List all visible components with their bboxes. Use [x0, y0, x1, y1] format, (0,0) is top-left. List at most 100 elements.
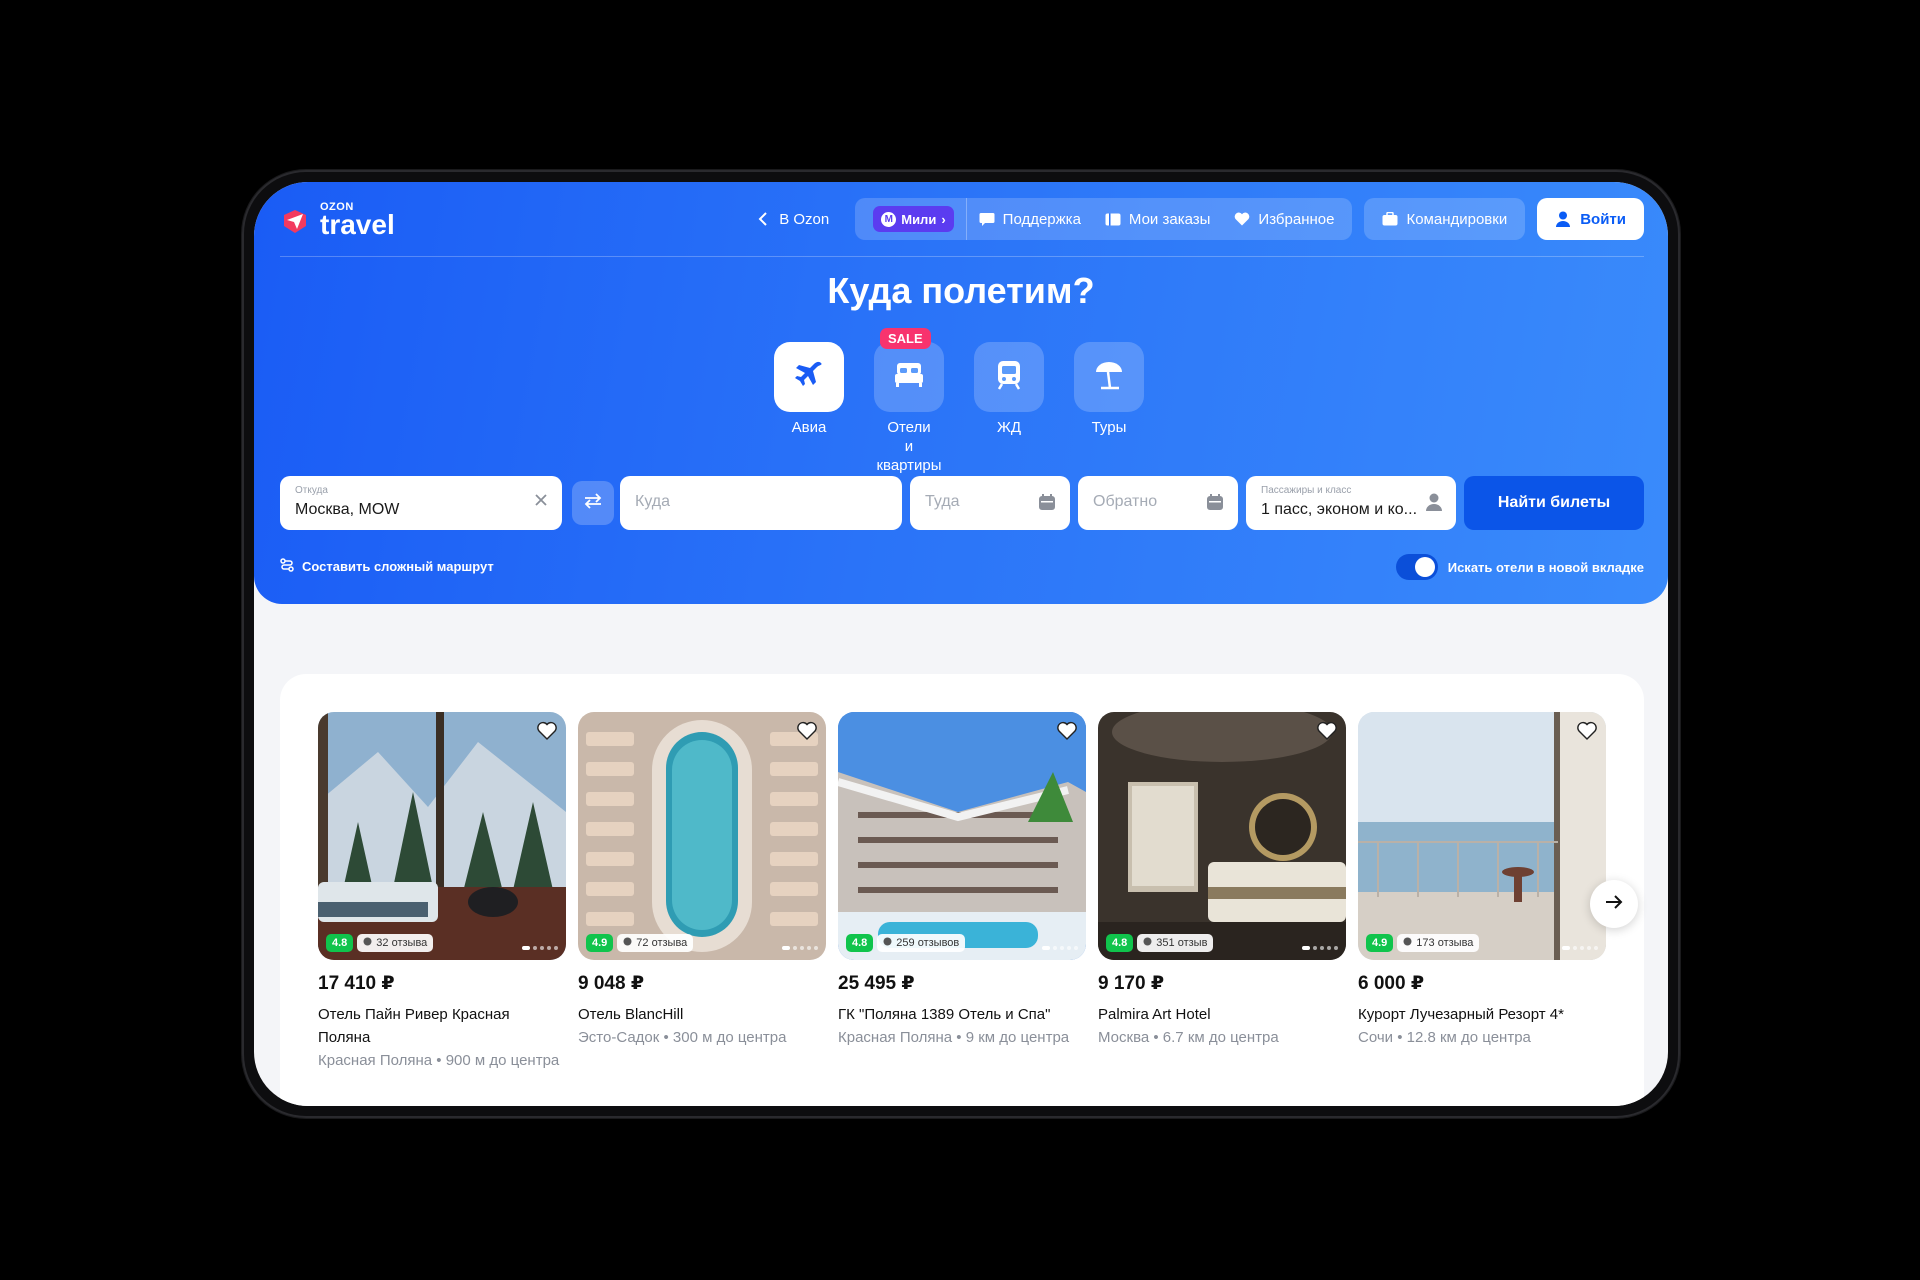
comment-icon: [1403, 937, 1412, 949]
calendar-icon: [1206, 493, 1224, 516]
carousel-dots: [522, 946, 558, 950]
ticket-icon: [1105, 211, 1121, 227]
travel-mode-tabs: Авиа SALE Отели и квартиры ЖД Туры: [774, 328, 1144, 475]
carousel-next-button[interactable]: [1590, 880, 1638, 928]
hotel-location: Эсто-Садок • 300 м до центра: [578, 1029, 787, 1046]
favorite-heart-icon[interactable]: [1316, 720, 1338, 742]
hotel-card[interactable]: 4.8 351 отзыв 9 170 ₽ Palmira Art Hotel …: [1098, 712, 1346, 1072]
hotel-name: Отель BlancHill: [578, 1006, 684, 1023]
from-label: Откуда: [295, 485, 328, 496]
swap-button[interactable]: [572, 481, 614, 525]
hotel-price: 25 495 ₽: [838, 973, 915, 994]
user-icon: [1555, 211, 1571, 227]
hotel-location: Красная Поляна • 900 м до центра: [318, 1052, 560, 1069]
reviews-badge: 259 отзывов: [877, 934, 966, 952]
hotel-card[interactable]: 4.9 173 отзыва 6 000 ₽ Курорт Лучезарный…: [1358, 712, 1606, 1072]
complex-route-link[interactable]: Составить сложный маршрут: [280, 558, 494, 575]
orders-button[interactable]: Мои заказы: [1093, 198, 1223, 240]
hotel-name: ГК "Поляна 1389 Отель и Спа": [838, 1006, 1051, 1023]
to-placeholder: Куда: [635, 493, 671, 510]
clear-icon[interactable]: [534, 493, 548, 512]
plane-logo-icon: [280, 206, 310, 236]
hotel-card[interactable]: 4.8 259 отзывов 25 495 ₽ ГК "Поляна 1389…: [838, 712, 1086, 1072]
umbrella-icon: [1093, 360, 1125, 395]
miles-button[interactable]: M Мили ›: [861, 198, 965, 240]
hotel-photo[interactable]: 4.9 173 отзыва: [1358, 712, 1606, 960]
ozon-travel-logo[interactable]: OZON travel: [280, 202, 395, 239]
chevron-left-icon: [755, 211, 771, 227]
hotel-price: 17 410 ₽: [318, 973, 395, 994]
carousel-dots: [1302, 946, 1338, 950]
reviews-count: 351 отзыв: [1156, 937, 1208, 949]
plane-icon: [793, 359, 825, 396]
reviews-count: 173 отзыва: [1416, 937, 1474, 949]
tab-rail-label: ЖД: [996, 419, 1021, 436]
carousel-dots: [782, 946, 818, 950]
hotel-card[interactable]: 4.8 32 отзыва 17 410 ₽ Отель Пайн Ривер …: [318, 712, 566, 1072]
business-trips-button[interactable]: Командировки: [1370, 198, 1519, 240]
hotel-price: 9 170 ₽: [1098, 973, 1165, 994]
topbar-divider: [280, 256, 1644, 257]
login-button[interactable]: Войти: [1537, 198, 1644, 240]
back-to-ozon-link[interactable]: В Ozon: [755, 211, 829, 228]
carousel-dots: [1042, 946, 1078, 950]
support-label: Поддержка: [1002, 210, 1081, 228]
logo-big-text: travel: [320, 209, 395, 240]
rating-badge: 4.9: [586, 934, 614, 952]
favorite-heart-icon[interactable]: [1576, 720, 1598, 742]
hotel-price: 9 048 ₽: [578, 973, 645, 994]
new-tab-toggle-row: Искать отели в новой вкладке: [1395, 554, 1644, 580]
reviews-badge: 72 отзыва: [617, 934, 694, 952]
passengers-label: Пассажиры и класс: [1261, 485, 1352, 496]
calendar-icon: [1038, 493, 1056, 516]
tab-hotels[interactable]: SALE Отели и квартиры: [874, 328, 944, 475]
hero-section: OZON travel В Ozon M Мили › Поддержка Мо…: [254, 182, 1668, 604]
rating-badge: 4.8: [846, 934, 874, 952]
to-field[interactable]: Куда: [620, 476, 902, 530]
hotel-name: Отель Пайн Ривер Красная Поляна: [318, 1006, 510, 1046]
new-tab-toggle[interactable]: [1395, 554, 1438, 580]
hotel-name: Palmira Art Hotel: [1098, 1006, 1211, 1023]
hotel-location: Красная Поляна • 9 км до центра: [838, 1029, 1070, 1046]
comment-icon: [883, 937, 892, 949]
search-options: Составить сложный маршрут Искать отели в…: [280, 554, 1644, 580]
back-to-ozon-label: В Ozon: [779, 210, 830, 228]
heart-icon: [1234, 211, 1250, 227]
rating-badge: 4.9: [1366, 934, 1394, 952]
favorite-heart-icon[interactable]: [1056, 720, 1078, 742]
favorites-button[interactable]: Избранное: [1222, 198, 1346, 240]
orders-label: Мои заказы: [1128, 210, 1211, 228]
login-label: Войти: [1580, 210, 1626, 228]
favorite-heart-icon[interactable]: [536, 720, 558, 742]
hotel-carousel: 4.8 32 отзыва 17 410 ₽ Отель Пайн Ривер …: [318, 712, 1606, 1072]
hotel-location: Сочи • 12.8 км до центра: [1358, 1029, 1531, 1046]
top-nav: В Ozon M Мили › Поддержка Мои заказы Изб…: [755, 198, 1644, 240]
tab-avia[interactable]: Авиа: [774, 342, 844, 475]
hotel-photo[interactable]: 4.8 259 отзывов: [838, 712, 1086, 960]
favorite-heart-icon[interactable]: [796, 720, 818, 742]
find-tickets-button[interactable]: Найти билеты: [1464, 476, 1644, 530]
tab-tours[interactable]: Туры: [1074, 342, 1144, 475]
swap-icon: [584, 492, 602, 514]
miles-icon: M: [881, 211, 897, 227]
business-trips-label: Командировки: [1406, 210, 1508, 228]
hotel-card[interactable]: 4.9 72 отзыва 9 048 ₽ Отель BlancHill Эс…: [578, 712, 826, 1072]
support-button[interactable]: Поддержка: [967, 198, 1093, 240]
from-field[interactable]: Откуда Москва, MOW: [280, 476, 562, 530]
sale-badge: SALE: [880, 328, 931, 349]
hotel-photo[interactable]: 4.8 32 отзыва: [318, 712, 566, 960]
page-title: Куда полетим?: [827, 270, 1095, 311]
depart-date-field[interactable]: Туда: [910, 476, 1070, 530]
tab-rail[interactable]: ЖД: [974, 342, 1044, 475]
depart-placeholder: Туда: [925, 493, 960, 510]
hotel-photo[interactable]: 4.9 72 отзыва: [578, 712, 826, 960]
rating-badge: 4.8: [326, 934, 354, 952]
hotel-location: Москва • 6.7 км до центра: [1098, 1029, 1279, 1046]
passengers-field[interactable]: Пассажиры и класс 1 пасс, эконом и ко...: [1246, 476, 1456, 530]
carousel-dots: [1562, 946, 1598, 950]
return-date-field[interactable]: Обратно: [1078, 476, 1238, 530]
new-tab-label: Искать отели в новой вкладке: [1447, 559, 1644, 575]
reviews-count: 32 отзыва: [376, 937, 428, 949]
hotel-photo[interactable]: 4.8 351 отзыв: [1098, 712, 1346, 960]
miles-label: Мили: [901, 211, 937, 227]
